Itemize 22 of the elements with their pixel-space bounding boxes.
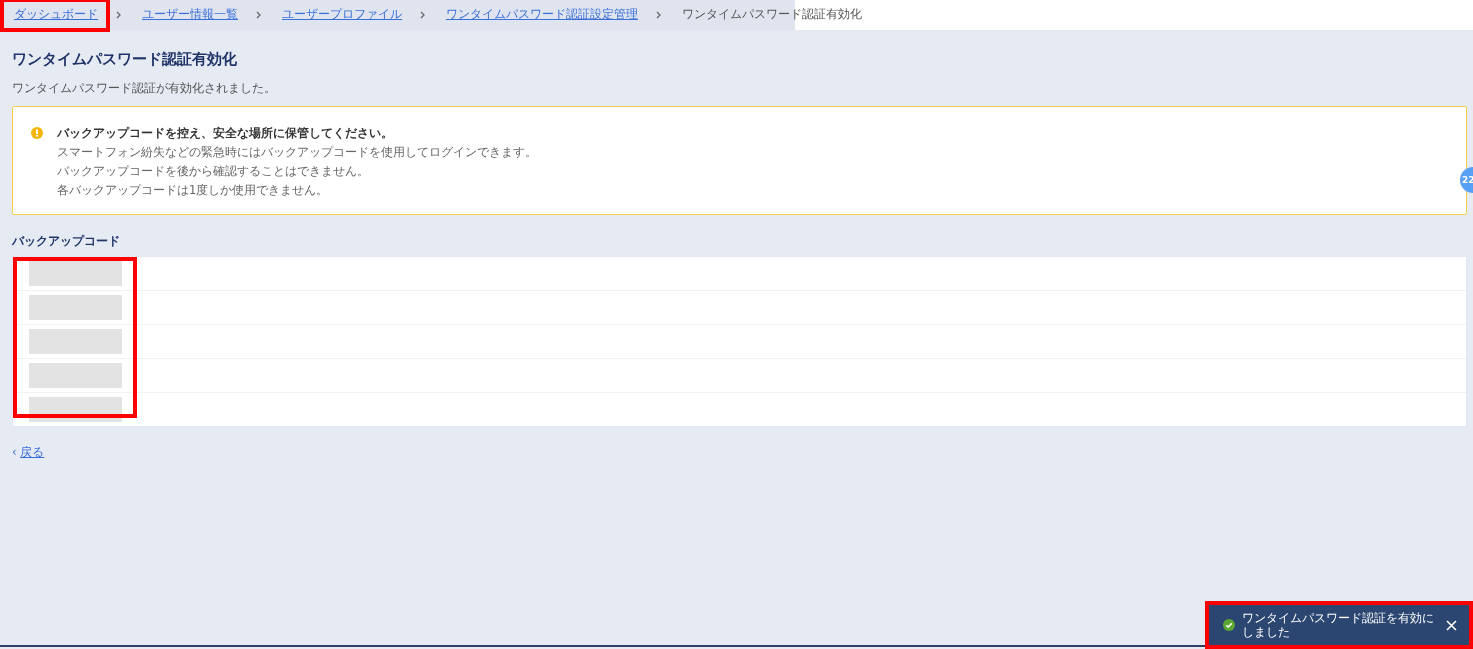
alert-line: スマートフォン紛失などの緊急時にはバックアップコードを使用してログインできます。 <box>57 144 537 161</box>
check-circle-icon <box>1223 619 1235 631</box>
section-title: バックアップコード <box>12 233 121 250</box>
alert-line: 各バックアップコードは1度しか使用できません。 <box>57 182 330 199</box>
warning-icon <box>31 127 43 139</box>
status-message: ワンタイムパスワード認証が有効化されました。 <box>12 81 277 96</box>
toast-message: ワンタイムパスワード認証を有効にしました <box>1242 611 1435 639</box>
alert-heading: バックアップコードを控え、安全な場所に保管してください。 <box>57 126 394 140</box>
breadcrumb-link[interactable]: ユーザー情報一覧 <box>128 0 250 32</box>
breadcrumb-link[interactable]: ユーザープロファイル <box>268 0 414 32</box>
chevron-icon <box>256 11 262 19</box>
chevron-icon <box>656 11 662 19</box>
close-button[interactable] <box>1444 617 1459 633</box>
breadcrumb-link[interactable]: ワンタイムパスワード認証設定管理 <box>432 0 650 32</box>
alert-line: バックアップコードを後から確認することはできません。 <box>57 163 370 180</box>
count-badge[interactable]: 22 <box>1460 167 1473 193</box>
breadcrumb-current: ワンタイムパスワード認証有効化 <box>681 6 863 23</box>
breadcrumb-link[interactable]: ダッシュボード <box>0 0 110 32</box>
back-link[interactable]: ‹ 戻る <box>12 445 45 460</box>
chevron-icon <box>116 11 122 19</box>
page-title: ワンタイムパスワード認証有効化 <box>12 50 238 69</box>
chevron-icon <box>420 11 426 19</box>
